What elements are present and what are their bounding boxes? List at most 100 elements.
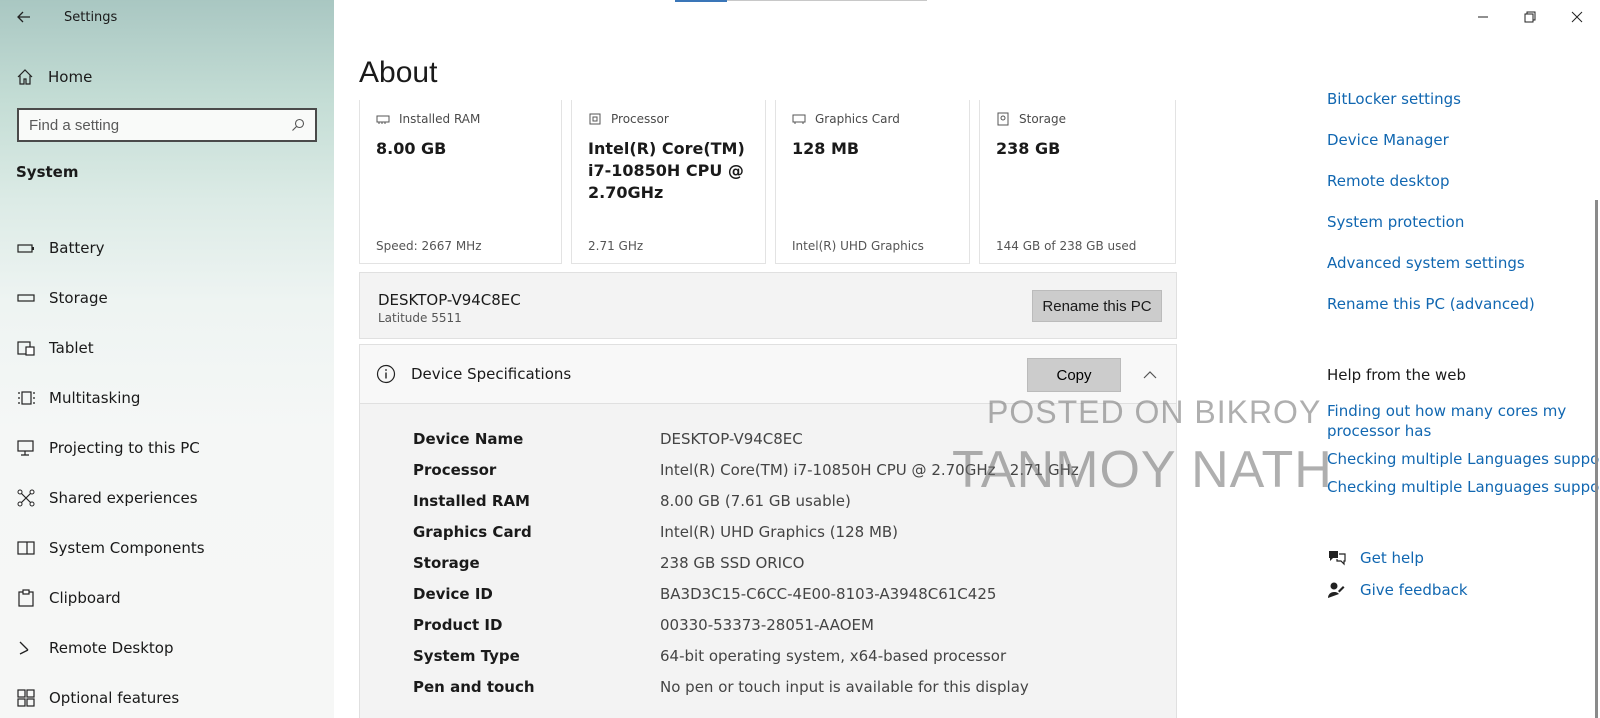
spec-key: Device Name bbox=[413, 429, 524, 448]
link-advanced-system-settings[interactable]: Advanced system settings bbox=[1327, 254, 1525, 272]
system-components-icon bbox=[16, 538, 36, 558]
sidebar-item-label: Multitasking bbox=[49, 389, 141, 407]
sidebar-item-battery[interactable]: Battery bbox=[0, 223, 334, 273]
give-feedback-row[interactable]: Give feedback bbox=[1327, 580, 1468, 600]
sidebar-item-home[interactable]: Home bbox=[16, 64, 92, 90]
get-help-row[interactable]: Get help bbox=[1327, 548, 1424, 568]
feedback-icon bbox=[1327, 580, 1347, 600]
card-sub: Intel(R) UHD Graphics bbox=[792, 239, 924, 253]
page-title: About bbox=[359, 56, 438, 89]
shared-experiences-icon bbox=[16, 488, 36, 508]
sidebar-item-label: System Components bbox=[49, 539, 205, 557]
sidebar-item-clipboard[interactable]: Clipboard bbox=[0, 573, 334, 623]
card-sub: 144 GB of 238 GB used bbox=[996, 239, 1137, 253]
sidebar-item-optional-features[interactable]: Optional features bbox=[0, 673, 334, 718]
spec-key: Processor bbox=[413, 460, 497, 479]
search-input[interactable] bbox=[29, 116, 291, 134]
spec-row-processor: Processor Intel(R) Core(TM) i7-10850H CP… bbox=[413, 454, 1113, 485]
projecting-icon bbox=[16, 438, 36, 458]
sidebar-item-multitasking[interactable]: Multitasking bbox=[0, 373, 334, 423]
spec-value: Intel(R) Core(TM) i7-10850H CPU @ 2.70GH… bbox=[660, 460, 1079, 479]
spec-value: Intel(R) UHD Graphics (128 MB) bbox=[660, 522, 899, 541]
collapse-button[interactable] bbox=[1140, 365, 1160, 385]
card-value: 8.00 GB bbox=[376, 139, 447, 158]
card-graphics-card: Graphics Card 128 MB Intel(R) UHD Graphi… bbox=[775, 100, 970, 264]
close-button[interactable] bbox=[1553, 0, 1600, 34]
storage-icon bbox=[16, 288, 36, 308]
link-rename-pc-advanced[interactable]: Rename this PC (advanced) bbox=[1327, 295, 1535, 313]
link-remote-desktop[interactable]: Remote desktop bbox=[1327, 172, 1449, 190]
link-device-manager[interactable]: Device Manager bbox=[1327, 131, 1449, 149]
link-bitlocker-settings[interactable]: BitLocker settings bbox=[1327, 90, 1461, 108]
link-help-languages-2[interactable]: Checking multiple Languages support bbox=[1327, 478, 1600, 496]
back-arrow-icon bbox=[17, 11, 30, 23]
tablet-icon bbox=[16, 338, 36, 358]
sidebar-item-remote-desktop[interactable]: Remote Desktop bbox=[0, 623, 334, 673]
storage-drive-icon bbox=[996, 112, 1010, 126]
spec-key: Installed RAM bbox=[413, 491, 530, 510]
spec-value: No pen or touch input is available for t… bbox=[660, 677, 1029, 696]
sidebar-item-system-components[interactable]: System Components bbox=[0, 523, 334, 573]
card-sub: Speed: 2667 MHz bbox=[376, 239, 482, 253]
give-feedback-link[interactable]: Give feedback bbox=[1360, 581, 1468, 599]
info-icon bbox=[376, 364, 396, 384]
sidebar-item-label: Optional features bbox=[49, 689, 180, 707]
link-help-cores[interactable]: Finding out how many cores my processor … bbox=[1327, 401, 1577, 441]
card-value: 128 MB bbox=[792, 139, 860, 158]
card-installed-ram: Installed RAM 8.00 GB Speed: 2667 MHz bbox=[359, 100, 562, 264]
sidebar-item-projecting[interactable]: Projecting to this PC bbox=[0, 423, 334, 473]
card-processor: Processor Intel(R) Core(TM) i7-10850H CP… bbox=[571, 100, 766, 264]
search-box[interactable] bbox=[17, 108, 317, 142]
card-label: Storage bbox=[1019, 112, 1066, 126]
rename-pc-button[interactable]: Rename this PC bbox=[1032, 290, 1162, 322]
graphics-card-icon bbox=[792, 112, 806, 126]
sidebar-item-storage[interactable]: Storage bbox=[0, 273, 334, 323]
remote-desktop-icon bbox=[16, 638, 36, 658]
section-label-system: System bbox=[16, 163, 79, 181]
battery-icon bbox=[16, 238, 36, 258]
spec-table: Device Name DESKTOP-V94C8EC Processor In… bbox=[413, 423, 1113, 702]
device-specifications-header[interactable]: Device Specifications Copy bbox=[360, 345, 1176, 404]
card-label: Processor bbox=[611, 112, 669, 126]
clipboard-icon bbox=[16, 588, 36, 608]
card-value: Intel(R) Core(TM) i7-10850H CPU @ 2.70GH… bbox=[588, 139, 745, 202]
copy-button[interactable]: Copy bbox=[1027, 358, 1121, 392]
spec-row-device-id: Device ID BA3D3C15-C6CC-4E00-8103-A3948C… bbox=[413, 578, 1113, 609]
app-title: Settings bbox=[64, 9, 118, 25]
spec-value: 238 GB SSD ORICO bbox=[660, 553, 805, 572]
spec-row-storage: Storage 238 GB SSD ORICO bbox=[413, 547, 1113, 578]
restore-button[interactable] bbox=[1506, 0, 1553, 34]
sidebar-item-tablet[interactable]: Tablet bbox=[0, 323, 334, 373]
search-icon bbox=[292, 118, 305, 131]
sidebar-nav: Battery Storage Tablet Multitasking Proj… bbox=[0, 223, 334, 718]
spec-row-installed-ram: Installed RAM 8.00 GB (7.61 GB usable) bbox=[413, 485, 1113, 516]
minimize-button[interactable] bbox=[1459, 0, 1506, 34]
link-system-protection[interactable]: System protection bbox=[1327, 213, 1464, 231]
vertical-scrollbar[interactable] bbox=[1595, 200, 1598, 718]
back-button[interactable] bbox=[0, 0, 48, 34]
optional-features-icon bbox=[16, 688, 36, 708]
spec-key: Graphics Card bbox=[413, 522, 532, 541]
sidebar: Settings Home System Battery Storage Tab… bbox=[0, 0, 334, 718]
card-value: 238 GB bbox=[996, 139, 1061, 158]
card-label: Installed RAM bbox=[399, 112, 481, 126]
spec-row-pen-and-touch: Pen and touch No pen or touch input is a… bbox=[413, 671, 1113, 702]
sidebar-item-label: Tablet bbox=[49, 339, 94, 357]
sidebar-item-label: Storage bbox=[49, 289, 108, 307]
link-help-languages-1[interactable]: Checking multiple Languages support bbox=[1327, 450, 1600, 468]
spec-key: Device ID bbox=[413, 584, 493, 603]
spec-value: 00330-53373-28051-AAOEM bbox=[660, 615, 874, 634]
window-controls bbox=[1459, 0, 1600, 34]
card-storage: Storage 238 GB 144 GB of 238 GB used bbox=[979, 100, 1176, 264]
spec-key: Product ID bbox=[413, 615, 503, 634]
sidebar-item-label: Projecting to this PC bbox=[49, 439, 200, 457]
home-icon bbox=[17, 69, 33, 85]
get-help-link[interactable]: Get help bbox=[1360, 549, 1424, 567]
spec-key: Pen and touch bbox=[413, 677, 535, 696]
card-label: Graphics Card bbox=[815, 112, 900, 126]
sidebar-item-shared-experiences[interactable]: Shared experiences bbox=[0, 473, 334, 523]
ram-icon bbox=[376, 112, 390, 126]
spec-value: BA3D3C15-C6CC-4E00-8103-A3948C61C425 bbox=[660, 584, 997, 603]
help-from-web-heading: Help from the web bbox=[1327, 366, 1467, 384]
sidebar-item-label: Battery bbox=[49, 239, 105, 257]
